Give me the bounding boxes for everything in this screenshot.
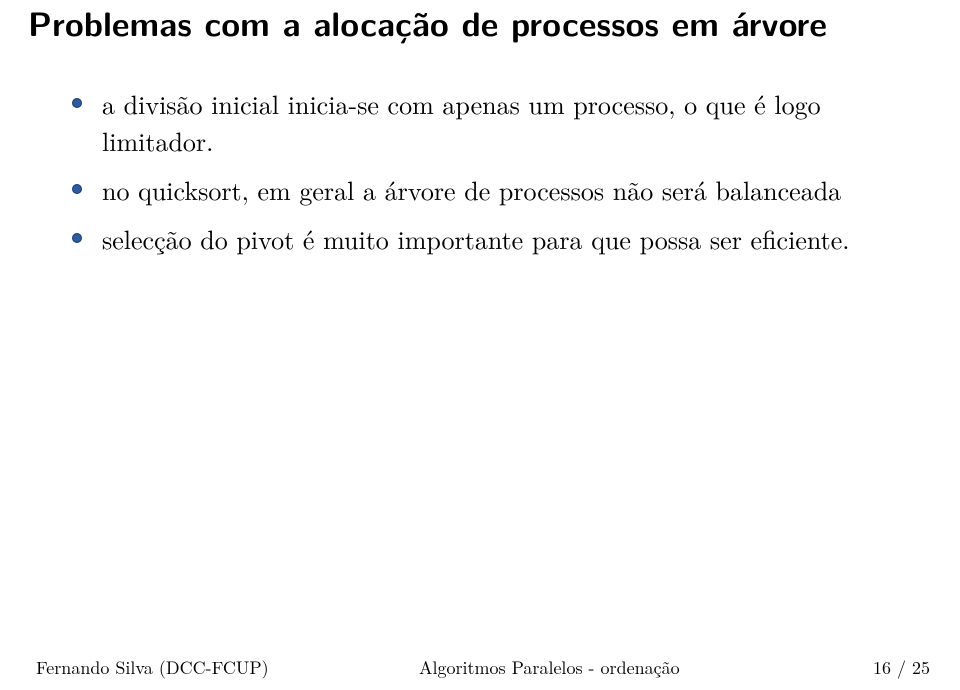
list-item-text: no quicksort, em geral a árvore de proce… (102, 171, 841, 208)
bullet-icon (72, 233, 82, 243)
slide-title: Problemas com a alocação de processos em… (28, 2, 932, 45)
slide-footer: Fernando Silva (DCC-FCUP) Algoritmos Par… (0, 655, 960, 680)
slide-body: a divisão inicial inicia-se com apenas u… (72, 86, 912, 270)
bullet-icon (72, 98, 82, 108)
footer-page: 16 / 25 (830, 655, 930, 680)
list-item: selecção do pivot é muito importante par… (72, 221, 912, 258)
footer-subject: Algoritmos Paralelos - ordenação (269, 655, 830, 680)
footer-author: Fernando Silva (DCC-FCUP) (36, 655, 269, 680)
list-item: no quicksort, em geral a árvore de proce… (72, 172, 912, 209)
list-item-text: a divisão inicial inicia-se com apenas u… (102, 85, 821, 159)
slide: Problemas com a alocação de processos em… (0, 0, 960, 690)
list-item: a divisão inicial inicia-se com apenas u… (72, 86, 912, 160)
list-item-text: selecção do pivot é muito importante par… (102, 220, 849, 257)
bullet-icon (72, 184, 82, 194)
